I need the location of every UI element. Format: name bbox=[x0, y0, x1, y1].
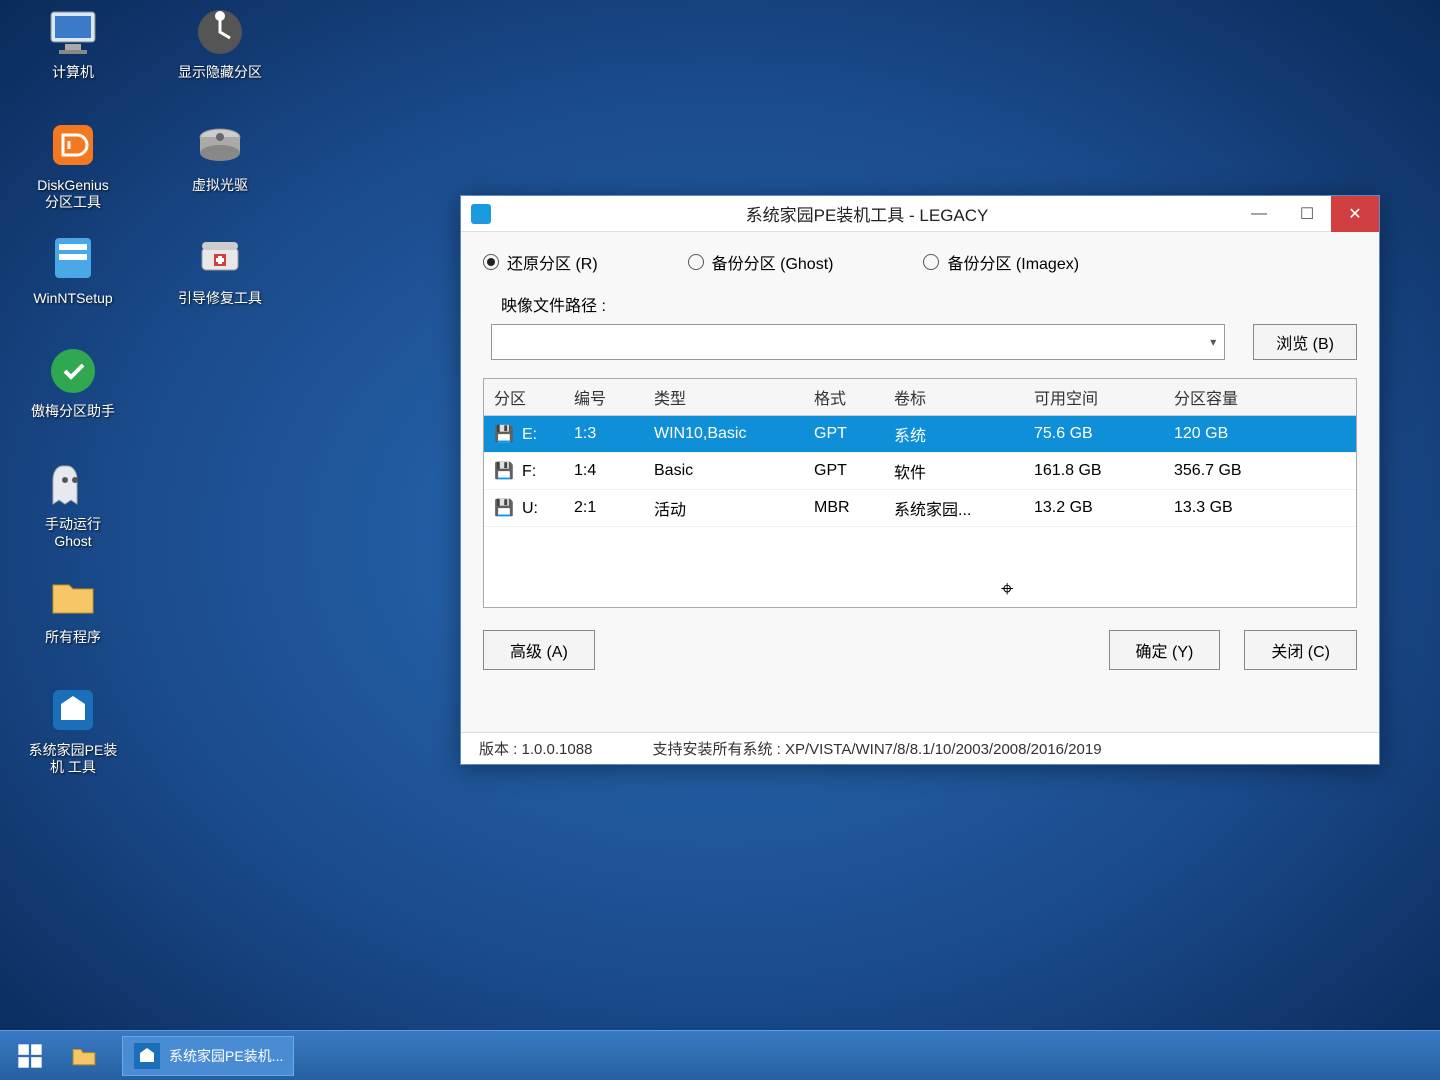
close-dialog-button[interactable]: 关闭 (C) bbox=[1244, 630, 1357, 670]
icon-label: 引导修复工具 bbox=[178, 290, 262, 307]
desktop-col-1: 计算机 DiskGenius分区工具 WinNTSetup 傲梅分区助手手动运行Gho… bbox=[8, 0, 138, 791]
icon-label: 虚拟光驱 bbox=[192, 177, 248, 194]
taskbar: 系统家园PE装机... bbox=[0, 1030, 1440, 1080]
window-title: 系统家园PE装机工具 - LEGACY bbox=[499, 201, 1235, 226]
minimize-button[interactable]: — bbox=[1235, 196, 1283, 232]
icon-label: 计算机 bbox=[52, 64, 94, 81]
desktop-col-2: 显示隐藏分区虚拟光驱引导修复工具 bbox=[155, 0, 285, 339]
cursor-icon: ⌖ bbox=[1001, 576, 1013, 602]
app-icon bbox=[471, 204, 491, 224]
partition-table: 分区 编号 类型 格式 卷标 可用空间 分区容量 💾E:1:3WIN10,Bas… bbox=[483, 378, 1357, 608]
start-button[interactable] bbox=[6, 1036, 54, 1076]
aomei-icon[interactable]: 傲梅分区助手 bbox=[8, 339, 138, 444]
maximize-button[interactable]: ☐ bbox=[1283, 196, 1331, 232]
drive-icon: 💾 bbox=[494, 424, 518, 440]
diskgenius-icon-img bbox=[45, 117, 101, 173]
aomei-icon-img bbox=[45, 343, 101, 399]
icon-label: 系统家园PE装机 工具 bbox=[29, 742, 118, 776]
radio-icon bbox=[923, 254, 939, 270]
advanced-button[interactable]: 高级 (A) bbox=[483, 630, 595, 670]
pe-tool-icon[interactable]: 系统家园PE装机 工具 bbox=[8, 678, 138, 783]
all-programs-icon-img bbox=[45, 569, 101, 625]
show-hidden-icon[interactable]: 显示隐藏分区 bbox=[155, 0, 285, 105]
icon-label: WinNTSetup bbox=[33, 290, 112, 307]
ghost-icon-img bbox=[45, 456, 101, 512]
boot-repair-icon-img bbox=[192, 230, 248, 286]
icon-label: DiskGenius分区工具 bbox=[37, 177, 109, 211]
all-programs-icon[interactable]: 所有程序 bbox=[8, 565, 138, 670]
table-row[interactable]: 💾F:1:4BasicGPT软件161.8 GB356.7 GB bbox=[484, 453, 1356, 490]
winntsetup-icon-img bbox=[45, 230, 101, 286]
computer-icon[interactable]: 计算机 bbox=[8, 0, 138, 105]
computer-icon-img bbox=[45, 4, 101, 60]
virtual-drive-icon[interactable]: 虚拟光驱 bbox=[155, 113, 285, 218]
table-row[interactable]: 💾E:1:3WIN10,BasicGPT系统75.6 GB120 GB bbox=[484, 416, 1356, 453]
drive-icon: 💾 bbox=[494, 461, 518, 477]
pe-tool-icon-img bbox=[45, 682, 101, 738]
icon-label: 手动运行Ghost bbox=[45, 516, 101, 550]
table-header: 分区 编号 类型 格式 卷标 可用空间 分区容量 bbox=[484, 379, 1356, 416]
pe-tool-window: 系统家园PE装机工具 - LEGACY — ☐ ✕ 还原分区 (R) 备份分区 … bbox=[460, 195, 1380, 765]
diskgenius-icon[interactable]: DiskGenius分区工具 bbox=[8, 113, 138, 218]
chevron-down-icon: ▾ bbox=[1210, 335, 1216, 349]
icon-label: 显示隐藏分区 bbox=[178, 64, 262, 81]
radio-icon bbox=[483, 254, 499, 270]
radio-backup-ghost[interactable]: 备份分区 (Ghost) bbox=[688, 250, 834, 274]
table-row[interactable]: 💾U:2:1活动MBR系统家园...13.2 GB13.3 GB bbox=[484, 490, 1356, 527]
boot-repair-icon[interactable]: 引导修复工具 bbox=[155, 226, 285, 331]
icon-label: 所有程序 bbox=[45, 629, 101, 646]
pe-tool-task-icon bbox=[133, 1042, 161, 1070]
taskbar-explorer[interactable] bbox=[60, 1036, 116, 1076]
show-hidden-icon-img bbox=[192, 4, 248, 60]
path-label: 映像文件路径 : bbox=[501, 292, 606, 316]
image-path-combo[interactable]: ▾ bbox=[491, 324, 1225, 360]
radio-restore[interactable]: 还原分区 (R) bbox=[483, 250, 598, 274]
drive-icon: 💾 bbox=[494, 498, 518, 514]
winntsetup-icon[interactable]: WinNTSetup bbox=[8, 226, 138, 331]
browse-button[interactable]: 浏览 (B) bbox=[1253, 324, 1357, 360]
radio-icon bbox=[688, 254, 704, 270]
ok-button[interactable]: 确定 (Y) bbox=[1109, 630, 1221, 670]
statusbar: 版本 : 1.0.0.1088 支持安装所有系统 : XP/VISTA/WIN7… bbox=[461, 732, 1379, 764]
close-button[interactable]: ✕ bbox=[1331, 196, 1379, 232]
ghost-icon[interactable]: 手动运行Ghost bbox=[8, 452, 138, 557]
radio-backup-imagex[interactable]: 备份分区 (Imagex) bbox=[923, 250, 1079, 274]
icon-label: 傲梅分区助手 bbox=[31, 403, 115, 420]
taskbar-pe-tool[interactable]: 系统家园PE装机... bbox=[122, 1036, 294, 1076]
virtual-drive-icon-img bbox=[192, 117, 248, 173]
titlebar[interactable]: 系统家园PE装机工具 - LEGACY — ☐ ✕ bbox=[461, 196, 1379, 232]
folder-icon bbox=[70, 1042, 98, 1070]
